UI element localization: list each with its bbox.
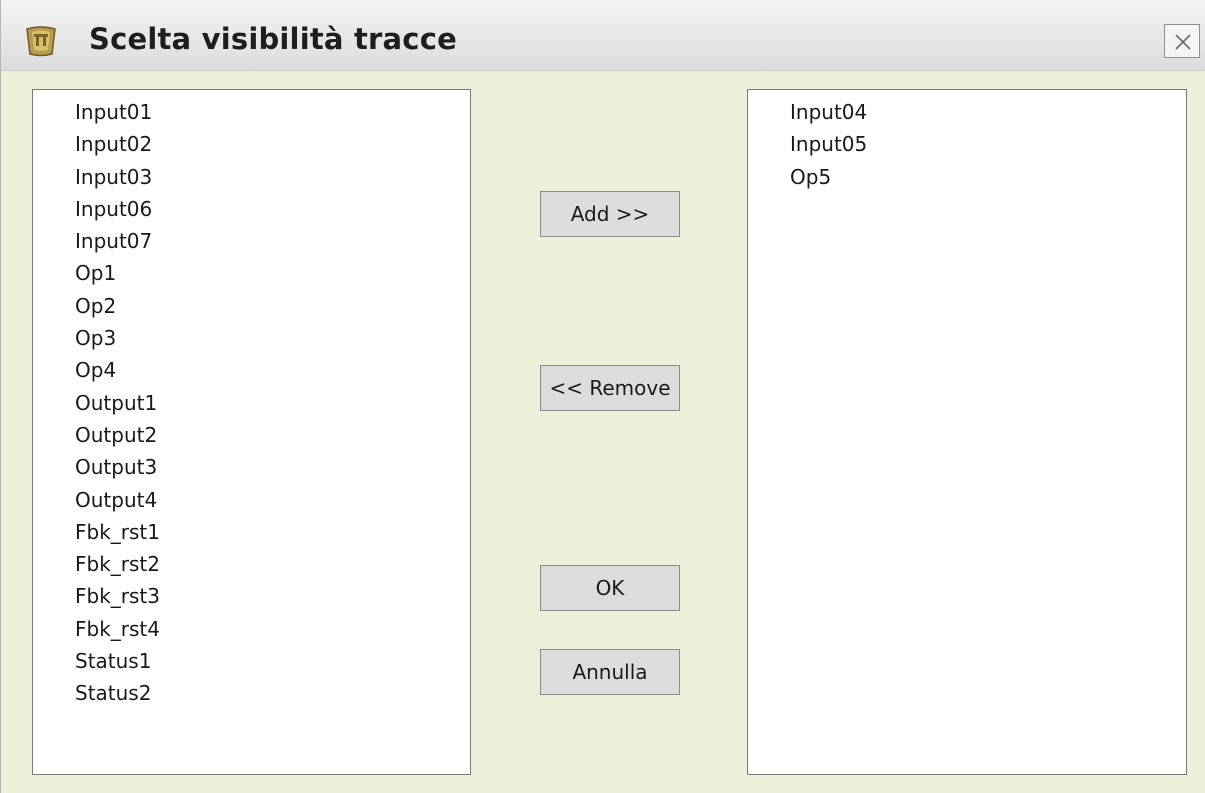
title-bar[interactable]: Scelta visibilità tracce (1, 0, 1205, 71)
trace-visibility-dialog: Scelta visibilità tracce Input01 Input02 I… (0, 0, 1205, 793)
remove-button[interactable]: << Remove (540, 365, 680, 411)
add-button[interactable]: Add >> (540, 191, 680, 237)
close-icon (1175, 34, 1191, 50)
list-item[interactable]: Status1 (75, 645, 470, 677)
list-item[interactable]: Output2 (75, 419, 470, 451)
list-item[interactable]: Op2 (75, 290, 470, 322)
list-item[interactable]: Input06 (75, 193, 470, 225)
list-item[interactable]: Fbk_rst4 (75, 613, 470, 645)
list-item[interactable]: Output3 (75, 451, 470, 483)
available-traces-list[interactable]: Input01 Input02 Input03 Input06 Input07 Op1 Op… (32, 89, 471, 775)
app-icon (23, 24, 59, 58)
list-item[interactable]: Fbk_rst1 (75, 516, 470, 548)
list-item[interactable]: Input03 (75, 161, 470, 193)
list-item[interactable]: Input04 (790, 96, 1186, 128)
list-item[interactable]: Op5 (790, 161, 1186, 193)
list-item[interactable]: Input01 (75, 96, 470, 128)
list-item[interactable]: Fbk_rst3 (75, 580, 470, 612)
close-button[interactable] (1164, 24, 1200, 58)
list-item[interactable]: Input07 (75, 225, 470, 257)
list-item[interactable]: Fbk_rst2 (75, 548, 470, 580)
ok-button[interactable]: OK (540, 565, 680, 611)
list-item[interactable]: Status2 (75, 677, 470, 709)
visible-traces-list[interactable]: Input04 Input05 Op5 (747, 89, 1187, 775)
list-item[interactable]: Op1 (75, 257, 470, 289)
list-item[interactable]: Output4 (75, 484, 470, 516)
list-item[interactable]: Op3 (75, 322, 470, 354)
available-traces-items: Input01 Input02 Input03 Input06 Input07 Op1 Op… (33, 90, 470, 710)
list-item[interactable]: Input05 (790, 128, 1186, 160)
list-item[interactable]: Op4 (75, 354, 470, 386)
visible-traces-items: Input04 Input05 Op5 (748, 90, 1186, 193)
cancel-button[interactable]: Annulla (540, 649, 680, 695)
list-item[interactable]: Output1 (75, 387, 470, 419)
dialog-title: Scelta visibilità tracce (89, 22, 457, 56)
list-item[interactable]: Input02 (75, 128, 470, 160)
